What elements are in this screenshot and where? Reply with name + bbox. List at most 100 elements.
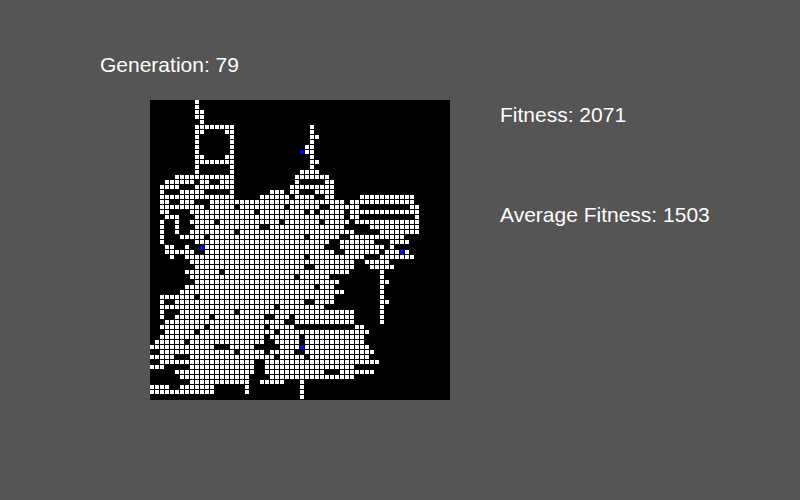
grid-cell bbox=[390, 155, 394, 159]
grid-cell bbox=[275, 260, 279, 264]
grid-cell bbox=[175, 260, 179, 264]
grid-cell bbox=[260, 130, 264, 134]
grid-cell bbox=[395, 240, 399, 244]
grid-cell bbox=[160, 125, 164, 129]
grid-cell bbox=[150, 145, 154, 149]
grid-cell bbox=[335, 140, 339, 144]
grid-cell bbox=[405, 225, 409, 229]
grid-cell bbox=[390, 190, 394, 194]
grid-cell bbox=[370, 210, 374, 214]
grid-cell bbox=[445, 150, 449, 154]
grid-cell bbox=[380, 215, 384, 219]
grid-cell bbox=[245, 160, 249, 164]
grid-cell bbox=[425, 125, 429, 129]
grid-cell bbox=[390, 220, 394, 224]
grid-cell bbox=[380, 130, 384, 134]
grid-cell bbox=[305, 225, 309, 229]
grid-cell bbox=[310, 255, 314, 259]
grid-cell bbox=[440, 245, 444, 249]
grid-cell bbox=[340, 155, 344, 159]
grid-cell bbox=[205, 215, 209, 219]
grid-cell bbox=[335, 240, 339, 244]
grid-cell bbox=[340, 185, 344, 189]
grid-cell bbox=[205, 165, 209, 169]
grid-cell bbox=[330, 220, 334, 224]
grid-cell bbox=[290, 200, 294, 204]
grid-cell bbox=[355, 210, 359, 214]
grid-cell bbox=[355, 170, 359, 174]
grid-cell bbox=[400, 200, 404, 204]
grid-cell bbox=[280, 205, 284, 209]
grid-cell bbox=[290, 195, 294, 199]
grid-cell bbox=[355, 215, 359, 219]
grid-cell bbox=[425, 200, 429, 204]
grid-cell bbox=[370, 130, 374, 134]
grid-cell bbox=[315, 100, 319, 104]
grid-cell bbox=[240, 250, 244, 254]
grid-cell bbox=[350, 220, 354, 224]
grid-cell bbox=[310, 110, 314, 114]
grid-cell bbox=[390, 200, 394, 204]
grid-cell bbox=[250, 205, 254, 209]
grid-cell bbox=[315, 105, 319, 109]
grid-cell bbox=[295, 130, 299, 134]
grid-cell bbox=[290, 240, 294, 244]
grid-cell bbox=[205, 235, 209, 239]
grid-cell bbox=[390, 120, 394, 124]
grid-cell bbox=[380, 245, 384, 249]
grid-cell bbox=[190, 215, 194, 219]
grid-cell bbox=[355, 225, 359, 229]
grid-cell bbox=[205, 230, 209, 234]
grid-cell bbox=[305, 145, 309, 149]
grid-cell bbox=[205, 220, 209, 224]
grid-cell bbox=[270, 115, 274, 119]
grid-cell bbox=[440, 175, 444, 179]
grid-cell bbox=[395, 180, 399, 184]
grid-cell bbox=[205, 265, 209, 269]
grid-cell bbox=[270, 260, 274, 264]
grid-cell bbox=[295, 200, 299, 204]
grid-cell bbox=[305, 250, 309, 254]
grid-cell bbox=[315, 160, 319, 164]
grid-cell bbox=[295, 165, 299, 169]
grid-cell bbox=[410, 235, 414, 239]
grid-cell bbox=[215, 155, 219, 159]
grid-cell bbox=[190, 175, 194, 179]
grid-cell bbox=[225, 150, 229, 154]
grid-cell bbox=[230, 195, 234, 199]
grid-cell bbox=[235, 100, 239, 104]
grid-cell bbox=[165, 230, 169, 234]
grid-cell bbox=[360, 205, 364, 209]
grid-cell bbox=[285, 145, 289, 149]
grid-cell bbox=[200, 145, 204, 149]
grid-cell bbox=[170, 260, 174, 264]
grid-cell bbox=[245, 225, 249, 229]
grid-cell bbox=[240, 110, 244, 114]
grid-cell bbox=[260, 260, 264, 264]
grid-cell bbox=[385, 125, 389, 129]
grid-cell bbox=[160, 135, 164, 139]
grid-cell bbox=[195, 170, 199, 174]
grid-cell bbox=[395, 105, 399, 109]
grid-cell bbox=[225, 170, 229, 174]
grid-cell bbox=[365, 140, 369, 144]
grid-cell bbox=[360, 110, 364, 114]
grid-cell bbox=[195, 130, 199, 134]
grid-cell bbox=[280, 145, 284, 149]
grid-cell bbox=[270, 195, 274, 199]
grid-cell bbox=[170, 100, 174, 104]
grid-cell bbox=[200, 225, 204, 229]
grid-cell bbox=[175, 105, 179, 109]
grid-cell bbox=[185, 135, 189, 139]
grid-cell bbox=[350, 110, 354, 114]
grid-cell bbox=[215, 125, 219, 129]
grid-cell bbox=[160, 140, 164, 144]
grid-cell bbox=[210, 185, 214, 189]
grid-cell bbox=[425, 110, 429, 114]
grid-cell bbox=[355, 255, 359, 259]
grid-cell bbox=[420, 190, 424, 194]
grid-cell bbox=[295, 110, 299, 114]
grid-cell bbox=[190, 140, 194, 144]
grid-cell bbox=[170, 210, 174, 214]
grid-cell bbox=[265, 195, 269, 199]
